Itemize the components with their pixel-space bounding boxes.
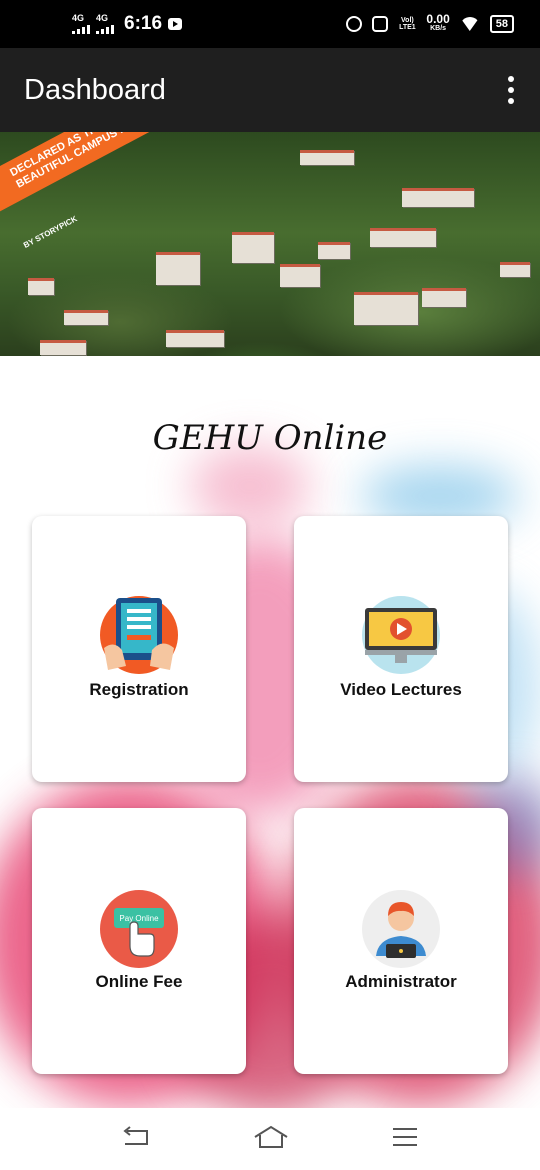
back-icon[interactable]	[121, 1125, 151, 1153]
status-bar: 4G 4G 6:16 Vol) LTE1 0.00 KB/s 58	[0, 0, 540, 48]
administrator-label: Administrator	[345, 972, 457, 991]
online-fee-label: Online Fee	[95, 972, 183, 991]
pay-online-icon: Pay Online	[100, 890, 178, 968]
ribbon-line-2: BEAUTIFUL CAMPUS IN THE COUNTRY	[14, 132, 205, 191]
administrator-card[interactable]: Administrator	[294, 808, 508, 1074]
network-type-2: 4G	[96, 13, 109, 23]
clock-time: 6:16	[124, 13, 163, 34]
video-play-icon	[362, 596, 440, 674]
menu-icon[interactable]	[391, 1126, 419, 1153]
network-type-1: 4G	[72, 13, 85, 23]
app-bar: Dashboard	[0, 48, 540, 132]
pay-online-text: Pay Online	[119, 914, 159, 923]
administrator-user-icon	[362, 890, 440, 968]
video-lectures-card[interactable]: Video Lectures	[294, 516, 508, 782]
wifi-icon	[460, 17, 480, 31]
more-vert-icon[interactable]	[506, 76, 516, 104]
signal-2-icon: 4G	[96, 14, 114, 34]
page-title: Dashboard	[24, 73, 166, 106]
registration-tablet-icon	[100, 596, 178, 674]
dashboard-content: GEHU Online Registration Video Lectures …	[0, 356, 540, 1108]
speed-unit: KB/s	[430, 25, 447, 32]
battery-level: 58	[489, 15, 514, 33]
award-ribbon: DECLARED AS THE 11TH MOST BEAUTIFUL CAMP…	[0, 132, 254, 218]
brand-title: GEHU Online	[152, 418, 388, 458]
campus-banner-image: DECLARED AS THE 11TH MOST BEAUTIFUL CAMP…	[0, 132, 540, 356]
signal-1-icon: 4G	[72, 14, 90, 34]
registration-label: Registration	[89, 680, 189, 699]
video-lectures-label: Video Lectures	[340, 680, 462, 699]
home-icon[interactable]	[253, 1125, 289, 1154]
speed-value: 0.00	[426, 12, 450, 26]
volte-indicator: Vol) LTE1	[399, 17, 416, 31]
online-fee-card[interactable]: Pay Online Online Fee	[32, 808, 246, 1074]
banner-credit: BY STORYPICK	[22, 214, 79, 250]
network-speed: 0.00 KB/s	[426, 12, 450, 34]
alarm-icon	[346, 16, 363, 32]
registration-card[interactable]: Registration	[32, 516, 246, 782]
system-navigation-bar	[0, 1108, 540, 1170]
wifi-calling-icon	[372, 16, 389, 32]
youtube-notification-icon	[168, 18, 183, 30]
